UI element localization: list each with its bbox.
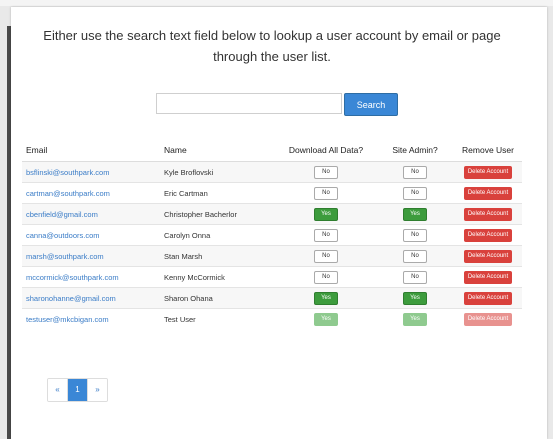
admin-toggle[interactable]: No (403, 270, 427, 284)
table-row: marsh@southpark.com Stan Marsh No No Del… (22, 245, 522, 267)
download-toggle[interactable]: No (314, 186, 338, 200)
download-toggle[interactable]: Yes (314, 291, 338, 305)
delete-account-button[interactable]: Delete Account (463, 207, 513, 221)
page-next-button[interactable]: » (87, 379, 107, 401)
download-toggle[interactable]: No (314, 270, 338, 284)
admin-toggle[interactable]: Yes (403, 291, 427, 305)
download-toggle[interactable]: Yes (314, 312, 338, 326)
pagination: « 1 » (47, 378, 108, 402)
email-link[interactable]: testuser@mkcbigan.com (26, 315, 109, 324)
admin-toggle[interactable]: Yes (403, 312, 427, 326)
delete-account-button[interactable]: Delete Account (463, 270, 513, 284)
admin-toggle[interactable]: Yes (403, 207, 427, 221)
table-row: testuser@mkcbigan.com Test User Yes Yes … (22, 308, 522, 329)
table-row: sharonohanne@gmail.com Sharon Ohana Yes … (22, 287, 522, 309)
delete-account-button[interactable]: Delete Account (463, 291, 513, 305)
page-prev-button[interactable]: « (48, 379, 67, 401)
users-table: Email Name Download All Data? Site Admin… (22, 139, 522, 329)
user-name: Kenny McCormick (164, 272, 225, 282)
admin-toggle[interactable]: No (403, 186, 427, 200)
header-remove: Remove User (454, 139, 522, 162)
email-link[interactable]: cartman@southpark.com (26, 189, 110, 198)
header-email: Email (22, 139, 160, 162)
user-name: Sharon Ohana (164, 293, 213, 303)
table-header-row: Email Name Download All Data? Site Admin… (22, 139, 522, 162)
delete-account-button[interactable]: Delete Account (463, 228, 513, 242)
email-link[interactable]: cbenfield@gmail.com (26, 210, 98, 219)
download-toggle[interactable]: No (314, 165, 338, 179)
delete-account-button[interactable]: Delete Account (463, 165, 513, 179)
table-row: canna@outdoors.com Carolyn Onna No No De… (22, 224, 522, 246)
delete-account-button[interactable]: Delete Account (463, 186, 513, 200)
search-input[interactable] (156, 93, 342, 114)
user-name: Stan Marsh (164, 251, 203, 261)
email-link[interactable]: sharonohanne@gmail.com (26, 294, 116, 303)
email-link[interactable]: mccormick@southpark.com (26, 273, 119, 282)
table-row: cbenfield@gmail.com Christopher Bacherlo… (22, 203, 522, 225)
user-name: Eric Cartman (164, 188, 208, 198)
email-link[interactable]: bsflinski@southpark.com (26, 168, 109, 177)
download-toggle[interactable]: No (314, 228, 338, 242)
user-name: Carolyn Onna (164, 230, 211, 240)
download-toggle[interactable]: No (314, 249, 338, 263)
email-link[interactable]: canna@outdoors.com (26, 231, 100, 240)
table-row: mccormick@southpark.com Kenny McCormick … (22, 266, 522, 288)
download-toggle[interactable]: Yes (314, 207, 338, 221)
table-body: bsflinski@southpark.com Kyle Broflovski … (22, 161, 522, 329)
email-link[interactable]: marsh@southpark.com (26, 252, 104, 261)
instructions-text: Either use the search text field below t… (43, 28, 501, 64)
delete-account-button[interactable]: Delete Account (463, 249, 513, 263)
user-name: Test User (164, 314, 196, 324)
header-admin: Site Admin? (376, 139, 454, 162)
header-name: Name (160, 139, 276, 162)
search-button[interactable]: Search (344, 93, 398, 116)
delete-account-button[interactable]: Delete Account (463, 312, 513, 326)
admin-toggle[interactable]: No (403, 165, 427, 179)
top-strip (0, 0, 553, 6)
admin-toggle[interactable]: No (403, 249, 427, 263)
user-name: Christopher Bacherlor (164, 209, 237, 219)
table-row: cartman@southpark.com Eric Cartman No No… (22, 182, 522, 204)
user-name: Kyle Broflovski (164, 167, 214, 177)
page-current-button[interactable]: 1 (67, 379, 87, 401)
table-row: bsflinski@southpark.com Kyle Broflovski … (22, 161, 522, 183)
admin-toggle[interactable]: No (403, 228, 427, 242)
header-download: Download All Data? (276, 139, 376, 162)
